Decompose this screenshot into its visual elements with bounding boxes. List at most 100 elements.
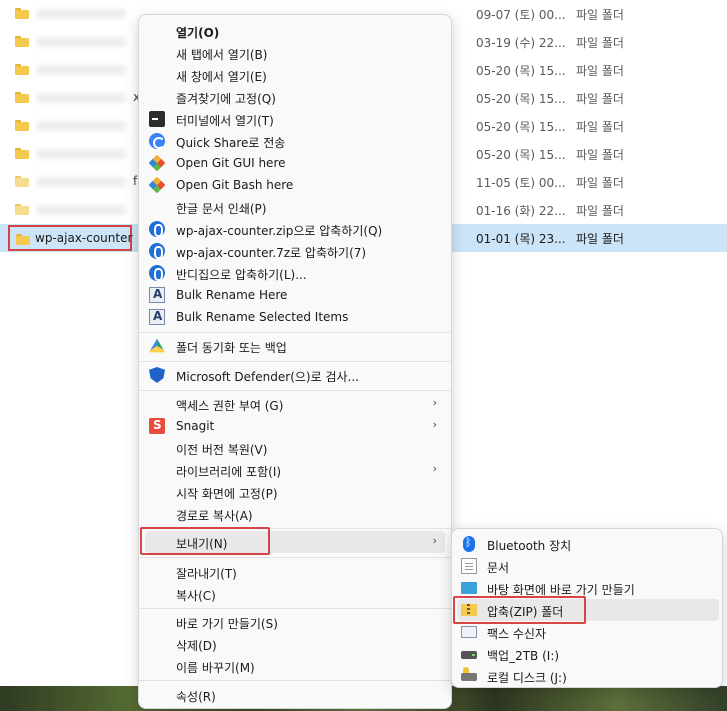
menu-item-open-new-tab[interactable]: 새 탭에서 열기(B) [145,42,445,64]
quick-share-icon [149,133,165,149]
menu-item-copy-path[interactable]: 경로로 복사(A) [145,503,445,525]
date-cell: 09-07 (토) 00... [476,8,566,22]
submenu-item-label: 팩스 수신자 [487,627,547,641]
menu-item-label: 터미널에서 열기(T) [176,114,274,128]
menu-item-label: 경로로 복사(A) [176,509,253,523]
menu-item-label: 한글 문서 인쇄(P) [176,202,267,216]
submenu-item-label: Bluetooth 장치 [487,539,572,553]
menu-item-label: 이름 바꾸기(M) [176,661,255,675]
menu-item-label: wp-ajax-counter.7z로 압축하기(7) [176,246,367,260]
menu-item-create-shortcut[interactable]: 바로 가기 만들기(S) [145,611,445,633]
menu-item-open[interactable]: 열기(O) [145,20,445,42]
send-to-bluetooth[interactable]: Bluetooth 장치 [457,533,719,555]
menu-divider [139,680,451,681]
menu-item-delete[interactable]: 삭제(D) [145,633,445,655]
menu-item-label: Bulk Rename Here [176,288,288,302]
menu-item-pin-start[interactable]: 시작 화면에 고정(P) [145,481,445,503]
submenu-item-label: 로컬 디스크 (J:) [487,671,567,685]
menu-item-rename[interactable]: 이름 바꾸기(M) [145,655,445,677]
date-cell: 05-20 (목) 15... [476,120,566,134]
chevron-right-icon: › [432,462,437,475]
blurred-name [36,37,126,47]
blurred-name [36,93,126,103]
send-to-local-disk[interactable]: 로컬 디스크 (J:) [457,665,719,687]
drive-icon [461,651,477,659]
menu-item-zip-compress[interactable]: wp-ajax-counter.zip으로 압축하기(Q) [145,218,445,240]
submenu-item-label: 백업_2TB (I:) [487,649,560,663]
menu-item-label: 잘라내기(T) [176,567,237,581]
type-cell: 파일 폴더 [576,8,624,22]
menu-item-restore-versions[interactable]: 이전 버전 복원(V) [145,437,445,459]
menu-item-label: 바로 가기 만들기(S) [176,617,278,631]
menu-item-git-gui[interactable]: Open Git GUI here [145,152,445,174]
menu-divider [139,361,451,362]
menu-item-label: 액세스 권한 부여 (G) [176,399,284,413]
google-drive-icon [149,338,165,353]
folder-icon [15,64,29,75]
menu-item-label: 새 창에서 열기(E) [176,70,267,84]
folder-icon [15,92,29,103]
date-cell: 05-20 (목) 15... [476,148,566,162]
menu-item-bulk-rename-here[interactable]: Bulk Rename Here [145,284,445,306]
git-icon [148,154,166,172]
menu-item-snagit[interactable]: Snagit › [145,415,445,437]
bandizip-icon [149,243,165,259]
git-icon [148,176,166,194]
blurred-name [36,65,126,75]
menu-item-cut[interactable]: 잘라내기(T) [145,561,445,583]
menu-item-label: 열기(O) [176,26,220,40]
menu-divider [139,332,451,333]
bulk-rename-icon [149,287,165,303]
selected-folder-wp-ajax-counter[interactable]: wp-ajax-counter [8,225,132,251]
chevron-right-icon: › [432,418,437,431]
blurred-name [36,177,126,187]
truncated-name-char: f [133,174,138,188]
menu-item-include-library[interactable]: 라이브러리에 포함(I) › [145,459,445,481]
bluetooth-icon [463,536,475,552]
menu-item-quick-share[interactable]: Quick Share로 전송 [145,130,445,152]
type-cell: 파일 폴더 [576,64,624,78]
menu-item-7z-compress[interactable]: wp-ajax-counter.7z로 압축하기(7) [145,240,445,262]
folder-icon [15,120,29,131]
menu-item-grant-access[interactable]: 액세스 권한 부여 (G) › [145,393,445,415]
type-cell: 파일 폴더 [576,204,624,218]
menu-item-bandizip[interactable]: 반디집으로 압축하기(L)... [145,262,445,284]
menu-item-open-terminal[interactable]: 터미널에서 열기(T) [145,108,445,130]
send-to-documents[interactable]: 문서 [457,555,719,577]
bandizip-icon [149,265,165,281]
menu-item-label: wp-ajax-counter.zip으로 압축하기(Q) [176,224,383,238]
menu-item-hwp-print[interactable]: 한글 문서 인쇄(P) [145,196,445,218]
menu-item-label: 이전 버전 복원(V) [176,443,268,457]
type-cell: 파일 폴더 [576,148,624,162]
folder-icon [15,204,29,215]
blurred-name [36,121,126,131]
defender-icon [149,367,165,383]
folder-icon [15,176,29,187]
type-cell: 파일 폴더 [576,176,624,190]
menu-divider [139,557,451,558]
send-to-fax[interactable]: 팩스 수신자 [457,621,719,643]
send-to-backup-drive[interactable]: 백업_2TB (I:) [457,643,719,665]
blurred-name [36,205,126,215]
blurred-name [36,149,126,159]
file-explorer-window: 09-07 (토) 00... 파일 폴더 03-19 (수) 22... 파일… [0,0,727,711]
menu-item-label: 반디집으로 압축하기(L)... [176,268,307,282]
type-cell: 파일 폴더 [576,232,624,246]
local-disk-icon [461,667,477,681]
chevron-right-icon: › [432,534,437,547]
menu-item-properties[interactable]: 속성(R) [145,684,445,706]
menu-item-bulk-rename-selected[interactable]: Bulk Rename Selected Items [145,306,445,328]
snagit-icon [149,418,165,434]
submenu-item-label: 문서 [487,561,510,575]
menu-item-label: Microsoft Defender(으)로 검사... [176,370,359,384]
menu-item-label: 삭제(D) [176,639,217,653]
menu-item-git-bash[interactable]: Open Git Bash here [145,174,445,196]
desktop-icon [461,582,477,594]
menu-item-drive-sync[interactable]: 폴더 동기화 또는 백업 [145,335,445,357]
menu-item-open-new-window[interactable]: 새 창에서 열기(E) [145,64,445,86]
menu-item-label: 시작 화면에 고정(P) [176,487,278,501]
menu-item-copy[interactable]: 복사(C) [145,583,445,605]
menu-item-pin-favorites[interactable]: 즐겨찾기에 고정(Q) [145,86,445,108]
type-cell: 파일 폴더 [576,120,624,134]
menu-item-defender-scan[interactable]: Microsoft Defender(으)로 검사... [145,364,445,386]
